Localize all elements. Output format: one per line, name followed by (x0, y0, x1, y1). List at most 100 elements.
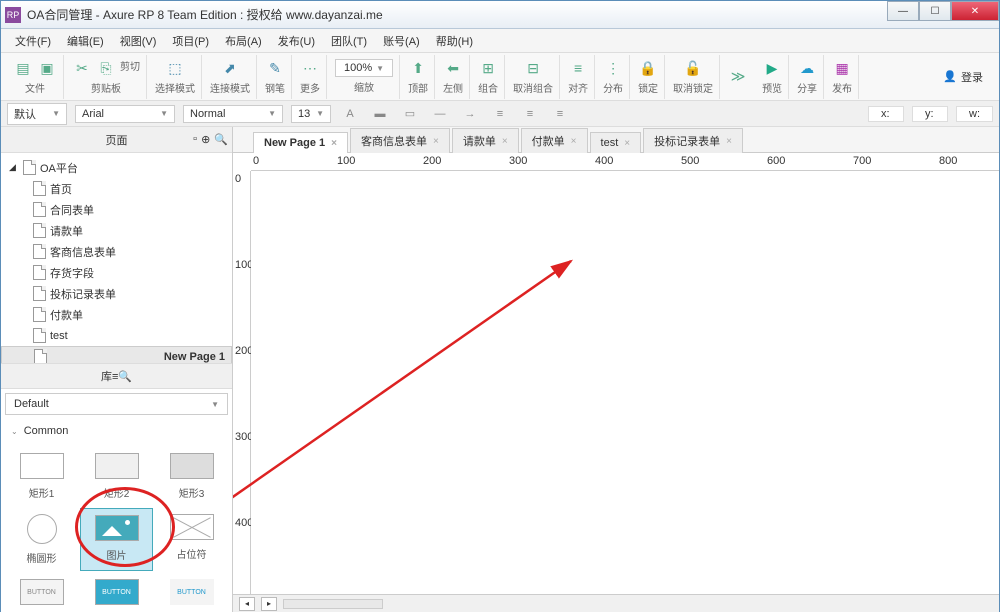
tree-item[interactable]: 客商信息表单 (1, 241, 232, 262)
widget-button[interactable]: BUTTONButton (5, 573, 78, 612)
close-icon[interactable]: × (624, 138, 630, 149)
tree-root[interactable]: ◢OA平台 (1, 157, 232, 178)
close-button[interactable]: ✕ (951, 1, 999, 21)
close-icon[interactable]: × (331, 138, 337, 149)
menu-help[interactable]: 帮助(H) (430, 31, 479, 51)
share[interactable]: ☁分享 (791, 55, 824, 99)
color-button[interactable]: A (339, 104, 361, 124)
tab[interactable]: 投标记录表单× (643, 128, 743, 153)
close-icon[interactable]: × (726, 136, 732, 147)
search-icon[interactable]: 🔍 (214, 133, 228, 146)
tree-item[interactable]: 请款单 (1, 220, 232, 241)
menu-view[interactable]: 视图(V) (114, 31, 163, 51)
menu-edit[interactable]: 编辑(E) (61, 31, 110, 51)
menu-account[interactable]: 账号(A) (377, 31, 426, 51)
tab[interactable]: 请款单× (452, 128, 519, 153)
widget-ellipse[interactable]: 椭圆形 (5, 508, 78, 571)
pen-tool[interactable]: ✎钢笔 (259, 55, 292, 99)
page-icon (33, 223, 46, 238)
file-group[interactable]: ▤▣ 文件 (7, 55, 64, 99)
add-folder-icon[interactable]: ⊕ (201, 133, 210, 146)
scroll-left-button[interactable]: ◂ (239, 597, 255, 611)
tree-item[interactable]: test (1, 325, 232, 346)
fill-button[interactable]: ▬ (369, 104, 391, 124)
group[interactable]: ⊞组合 (472, 55, 505, 99)
tree-item-selected[interactable]: New Page 1 (1, 346, 232, 363)
zoom-group[interactable]: 100%▼缩放 (329, 55, 400, 99)
connect-mode[interactable]: ⬈连接模式 (204, 55, 257, 99)
select-mode[interactable]: ⬚选择模式 (149, 55, 202, 99)
tab[interactable]: 付款单× (521, 128, 588, 153)
tree-item[interactable]: 存货字段 (1, 262, 232, 283)
align-l-button[interactable]: ≡ (489, 104, 511, 124)
distribute[interactable]: ⋮分布 (597, 55, 630, 99)
tree-item[interactable]: 投标记录表单 (1, 283, 232, 304)
close-icon[interactable]: × (433, 136, 439, 147)
library-category[interactable]: ⌄Common (1, 419, 232, 443)
align-c-button[interactable]: ≡ (519, 104, 541, 124)
widget-image[interactable]: 图片 (80, 508, 153, 571)
widget-primary-button[interactable]: BUTTON主要按钮 (80, 573, 153, 612)
copy-icon: ⎘ (96, 58, 116, 78)
tree-item[interactable]: 首页 (1, 178, 232, 199)
lock[interactable]: 🔒锁定 (632, 55, 665, 99)
add-page-icon[interactable]: ▫ (193, 133, 197, 146)
zoom-select[interactable]: 100%▼ (335, 59, 393, 77)
widget-placeholder[interactable]: 占位符 (155, 508, 228, 571)
ungroup[interactable]: ⊟取消组合 (507, 55, 560, 99)
align-top[interactable]: ⬆顶部 (402, 55, 435, 99)
ruler-vertical: 0100200300400 (233, 171, 251, 594)
size-select[interactable]: 13▼ (291, 105, 331, 123)
widget-rect2[interactable]: 矩形2 (80, 447, 153, 506)
unlock[interactable]: 🔓取消锁定 (667, 55, 720, 99)
more-tools[interactable]: ⋯更多 (294, 55, 327, 99)
clipboard-group[interactable]: ✂⎘剪切 剪贴板 (66, 55, 147, 99)
page-icon (33, 265, 46, 280)
minimize-button[interactable]: — (887, 1, 919, 21)
arrow-button[interactable]: → (459, 104, 481, 124)
menu-layout[interactable]: 布局(A) (219, 31, 268, 51)
library-select[interactable]: Default▼ (5, 393, 228, 415)
pen-icon: ✎ (265, 58, 285, 78)
lib-search-icon[interactable]: 🔍 (118, 371, 132, 383)
tree-item[interactable]: 合同表单 (1, 199, 232, 220)
menu-file[interactable]: 文件(F) (9, 31, 57, 51)
weight-select[interactable]: Normal▼ (183, 105, 283, 123)
menu-publish[interactable]: 发布(U) (272, 31, 321, 51)
menu-project[interactable]: 项目(P) (166, 31, 215, 51)
menu-team[interactable]: 团队(T) (325, 31, 373, 51)
canvas[interactable] (251, 171, 999, 594)
style-select[interactable]: 默认▼ (7, 103, 67, 125)
tab-active[interactable]: New Page 1× (253, 132, 348, 153)
preview[interactable]: ▶预览 (756, 55, 789, 99)
align-left[interactable]: ⬅左侧 (437, 55, 470, 99)
line-button[interactable]: — (429, 104, 451, 124)
close-icon[interactable]: × (571, 136, 577, 147)
scroll-right-button[interactable]: ▸ (261, 597, 277, 611)
ruler-horizontal: 0100200300400500600700800 (251, 153, 999, 171)
scrollbar[interactable] (283, 599, 383, 609)
page-tree: ◢OA平台 首页 合同表单 请款单 客商信息表单 存货字段 投标记录表单 付款单… (1, 153, 232, 363)
titlebar: RP OA合同管理 - Axure RP 8 Team Edition : 授权… (1, 1, 999, 29)
statusbar: ◂ ▸ (233, 594, 999, 612)
font-select[interactable]: Arial▼ (75, 105, 175, 123)
y-label: y: (912, 106, 948, 122)
expand[interactable]: ≫ (722, 55, 754, 99)
group-icon: ⊞ (478, 58, 498, 78)
maximize-button[interactable]: ☐ (919, 1, 951, 21)
halign-icon: ≡ (568, 58, 588, 78)
publish-icon: ▦ (832, 58, 852, 78)
border-button[interactable]: ▭ (399, 104, 421, 124)
publish[interactable]: ▦发布 (826, 55, 859, 99)
halign[interactable]: ≡对齐 (562, 55, 595, 99)
tree-item[interactable]: 付款单 (1, 304, 232, 325)
align-r-button[interactable]: ≡ (549, 104, 571, 124)
close-icon[interactable]: × (502, 136, 508, 147)
widget-link-button[interactable]: BUTTON链接按钮 (155, 573, 228, 612)
login-button[interactable]: 👤登录 (933, 65, 993, 89)
widget-rect1[interactable]: 矩形1 (5, 447, 78, 506)
tab[interactable]: 客商信息表单× (350, 128, 450, 153)
widget-grid: 矩形1 矩形2 矩形3 椭圆形 图片 占位符 BUTTONButton BUTT… (1, 443, 232, 612)
tab[interactable]: test× (590, 132, 642, 153)
widget-rect3[interactable]: 矩形3 (155, 447, 228, 506)
